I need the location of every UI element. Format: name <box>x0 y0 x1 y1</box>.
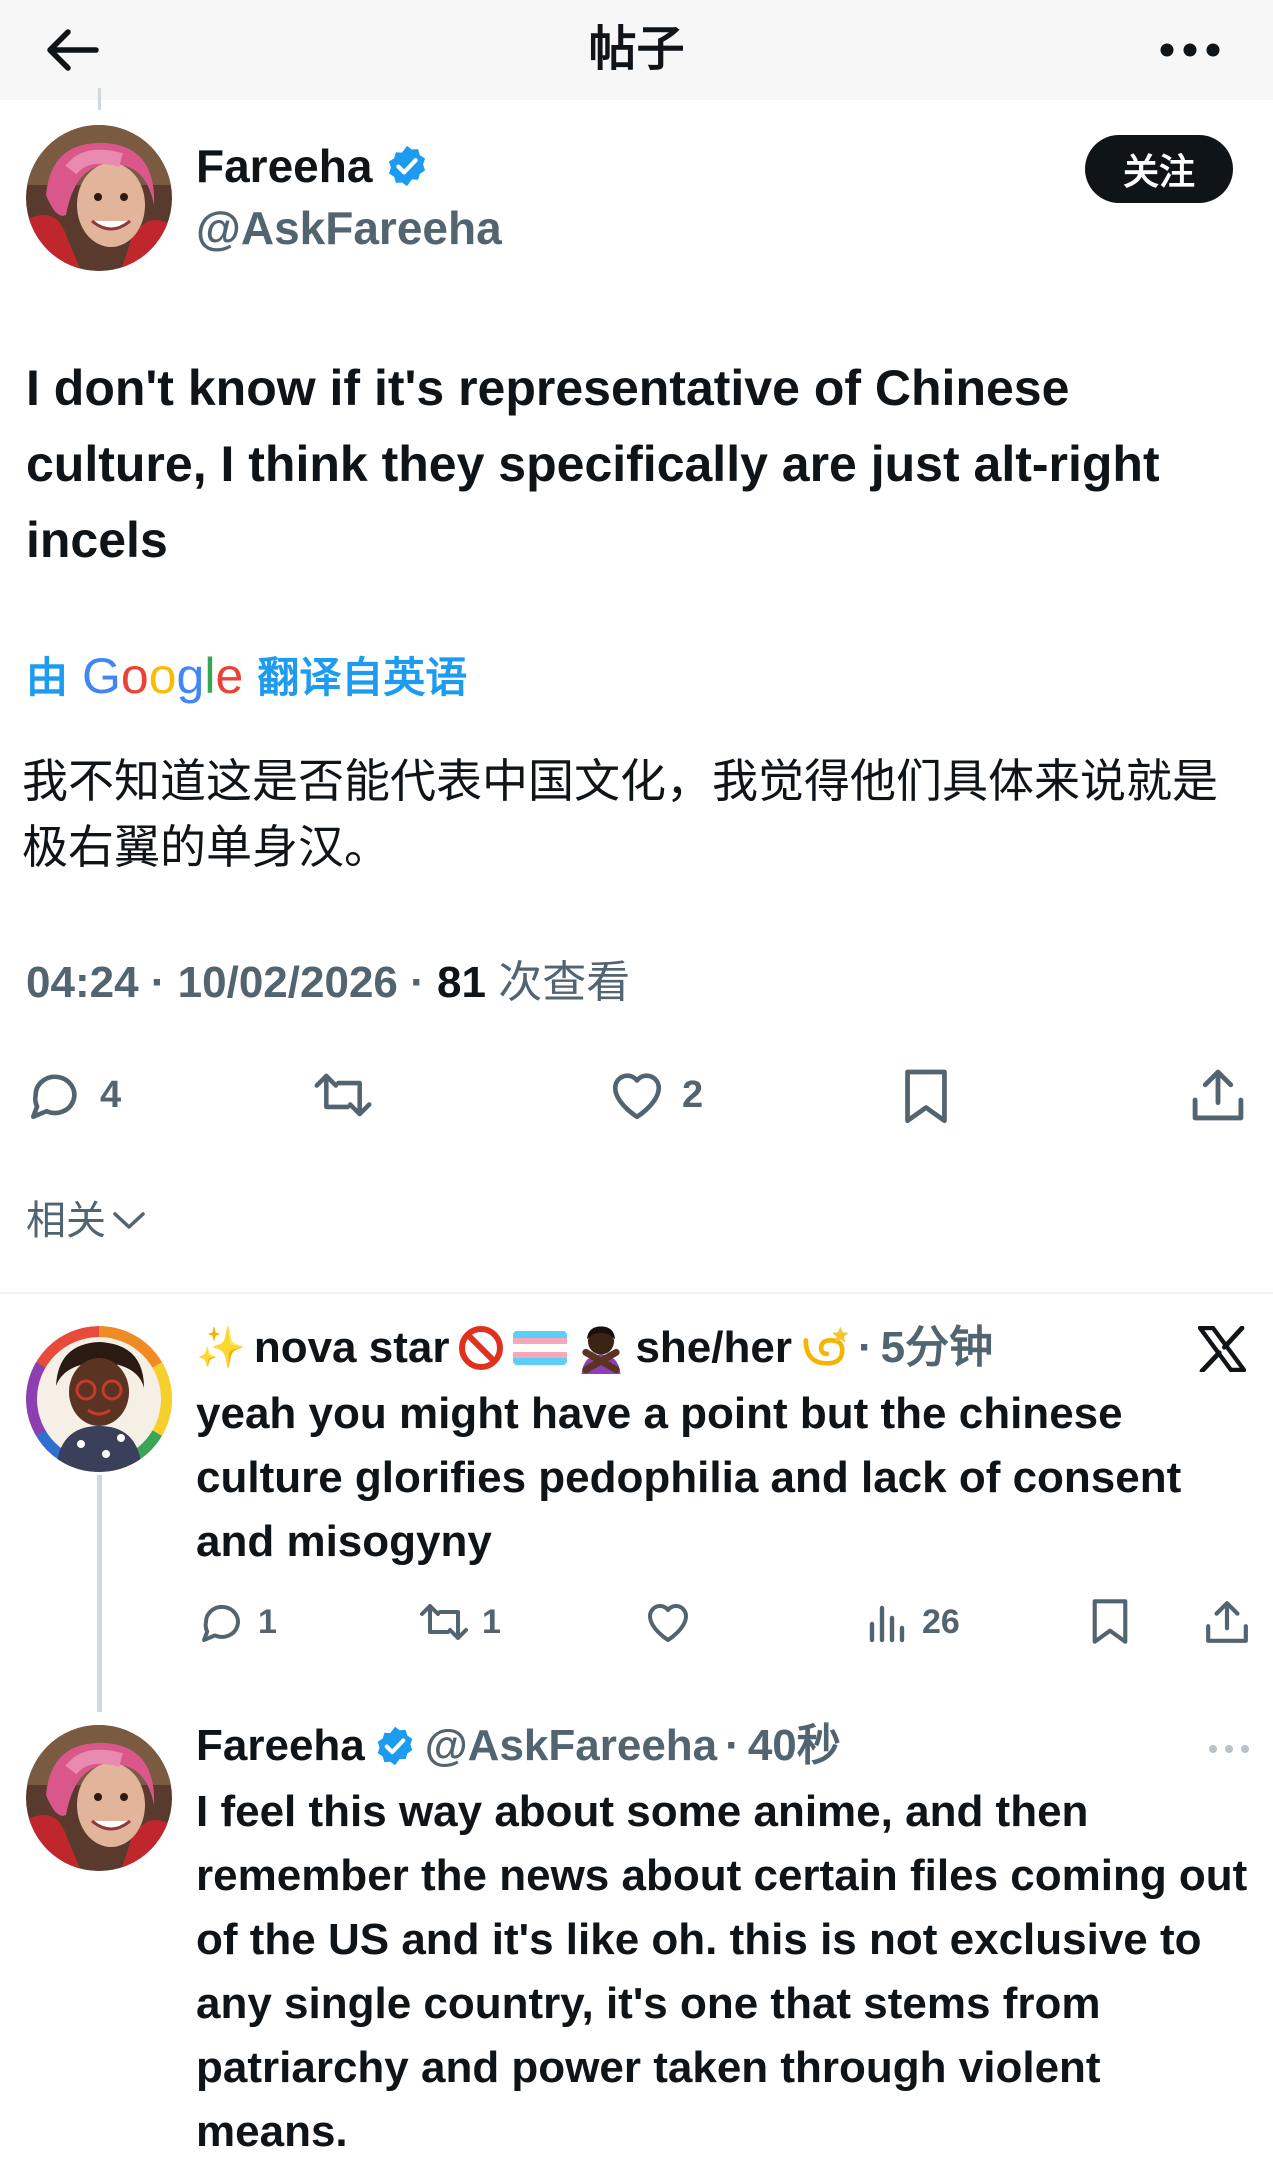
post-time[interactable]: 04:24 <box>26 958 139 1007</box>
heart-icon <box>648 1604 688 1642</box>
reply-bubble-icon <box>202 1604 240 1642</box>
bookmark-icon <box>905 1069 947 1124</box>
verified-badge-icon <box>389 145 426 187</box>
retweet-count: 1 <box>482 1602 501 1641</box>
prohibited-icon <box>459 1326 504 1370</box>
reply-header: ✨ nova star she/her · 5分钟 <box>196 1320 993 1376</box>
retweet-action[interactable]: 1 <box>418 1600 501 1644</box>
reply-text: yeah you might have a point but the chin… <box>196 1389 1182 1566</box>
translate-prefix: 由 <box>26 653 69 701</box>
reply-header: Fareeha @AskFareeha · 40秒 <box>196 1718 841 1774</box>
chevron-down-icon <box>113 1212 145 1229</box>
reply-author-name[interactable]: nova star <box>254 1320 450 1376</box>
reply-count: 1 <box>258 1602 277 1641</box>
reply-time[interactable]: 5分钟 <box>881 1320 993 1376</box>
reply-action[interactable]: 1 <box>198 1600 277 1644</box>
meta-separator: · <box>857 1323 873 1372</box>
author-name-row: Fareeha <box>196 138 430 194</box>
post-metadata: 04:24 · 10/02/2026 · 81 次查看 <box>26 955 630 1011</box>
more-button[interactable] <box>1150 18 1230 82</box>
more-options-button[interactable] <box>1208 1744 1250 1754</box>
dizzy-icon <box>803 1326 849 1366</box>
post-text: I don't know if it's representative of C… <box>26 360 1160 568</box>
reply-author-name[interactable]: Fareeha <box>196 1718 365 1774</box>
more-horizontal-icon <box>1209 1745 1249 1753</box>
reply-pronouns: she/her <box>635 1323 792 1372</box>
reply-text: I feel this way about some anime, and th… <box>196 1787 1248 2156</box>
views-label: 次查看 <box>498 958 631 1007</box>
section-divider <box>0 1292 1273 1294</box>
author-name[interactable]: Fareeha <box>196 138 372 194</box>
analytics-icon <box>869 1605 905 1643</box>
reply-count: 4 <box>100 1073 122 1116</box>
share-icon <box>1192 1069 1244 1121</box>
bookmark-action[interactable] <box>902 1068 950 1126</box>
retweet-icon <box>314 1073 372 1117</box>
share-action[interactable] <box>1204 1598 1250 1646</box>
bookmark-action[interactable] <box>1090 1598 1130 1646</box>
author-avatar[interactable] <box>26 125 172 271</box>
bookmark-icon <box>1092 1599 1128 1644</box>
views-count: 26 <box>922 1602 960 1641</box>
retweet-icon <box>420 1604 468 1640</box>
reply-action[interactable]: 4 <box>26 1068 121 1122</box>
reply-handle[interactable]: @AskFareeha <box>425 1718 717 1774</box>
person-gesturing-no-icon <box>581 1326 621 1374</box>
translate-suffix: 翻译自英语 <box>257 653 468 701</box>
page-title: 帖子 <box>588 23 685 76</box>
views-count: 81 <box>437 958 486 1007</box>
thread-connector <box>98 88 101 110</box>
translate-attribution[interactable]: 由 Google 翻译自英语 <box>26 648 467 707</box>
share-action[interactable] <box>1190 1066 1246 1124</box>
reply-avatar[interactable] <box>26 1725 172 1871</box>
post-date[interactable]: 10/02/2026 <box>178 958 398 1007</box>
follow-button[interactable]: 关注 <box>1085 135 1233 203</box>
translated-text: 我不知道这是否能代表中国文化，我觉得他们具体来说就是极右翼的单身汉。 <box>22 755 1218 873</box>
meta-separator: · <box>725 1721 740 1770</box>
thread-connector <box>97 1475 102 1712</box>
sparkles-icon: ✨ <box>196 1326 246 1370</box>
reply-bubble-icon <box>30 1074 77 1120</box>
like-action[interactable] <box>644 1600 704 1644</box>
trans-flag-icon <box>513 1331 568 1365</box>
google-logo: Google <box>82 648 244 704</box>
like-count: 2 <box>682 1073 704 1116</box>
like-action[interactable]: 2 <box>608 1068 703 1122</box>
retweet-action[interactable] <box>312 1068 390 1122</box>
views-action[interactable]: 26 <box>866 1600 960 1644</box>
meta-separator: · <box>410 958 425 1007</box>
related-label: 相关 <box>26 1199 106 1243</box>
related-toggle[interactable]: 相关 <box>26 1195 146 1247</box>
x-logo-icon[interactable] <box>1198 1326 1246 1372</box>
meta-separator: · <box>150 958 166 1007</box>
reply-avatar[interactable] <box>26 1326 172 1472</box>
verified-badge-icon <box>377 1726 412 1766</box>
reply-time[interactable]: 40秒 <box>748 1718 841 1774</box>
more-horizontal-icon <box>1160 43 1220 57</box>
share-icon <box>1206 1601 1248 1643</box>
heart-icon <box>612 1073 662 1120</box>
author-handle[interactable]: @AskFareeha <box>196 200 502 256</box>
